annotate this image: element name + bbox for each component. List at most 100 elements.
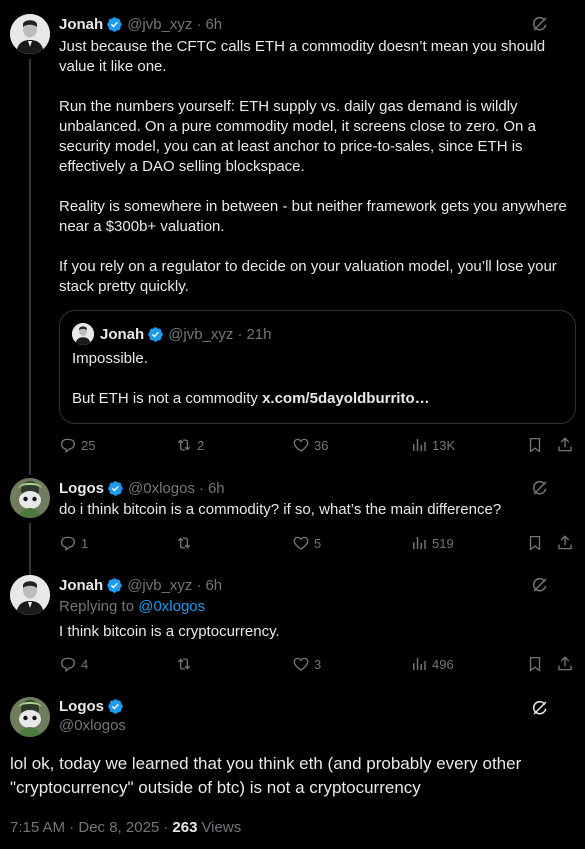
views-icon — [410, 534, 428, 552]
separator-dot: · — [198, 479, 204, 497]
reply-button[interactable]: 25 — [59, 435, 95, 455]
share-button[interactable] — [556, 654, 574, 674]
views-count: 13K — [432, 437, 456, 453]
bookmark-icon — [526, 534, 544, 552]
repost-count: 2 — [197, 437, 205, 453]
like-count: 36 — [314, 437, 329, 453]
repost-icon — [175, 436, 193, 454]
quote-timestamp: 21h — [246, 325, 272, 343]
verified-badge-icon — [107, 698, 124, 715]
main-views-count: 263 — [172, 818, 198, 836]
action-bar: 4 3 496 — [59, 654, 575, 674]
bookmark-icon — [526, 655, 544, 673]
action-bar: 25 2 36 13K — [59, 435, 575, 455]
tweet-3[interactable]: Jonah @jvb_xyz · 6h Replying to @0xlogos… — [0, 574, 585, 684]
grok-icon[interactable] — [531, 479, 549, 497]
repost-button[interactable] — [175, 654, 197, 674]
verified-badge-icon — [107, 480, 124, 497]
avatar[interactable] — [10, 14, 50, 54]
like-count: 5 — [314, 535, 322, 551]
bookmark-button[interactable] — [526, 533, 544, 553]
tweet-text: I think bitcoin is a cryptocurrency. — [59, 623, 280, 640]
timestamp[interactable]: 6h — [208, 480, 225, 497]
tweet-2[interactable]: Logos @0xlogos · 6h do i think bitcoin i… — [0, 474, 585, 575]
share-button[interactable] — [556, 435, 574, 455]
quote-author-name: Jonah — [100, 325, 145, 343]
timestamp[interactable]: 6h — [205, 577, 222, 594]
reply-icon — [59, 655, 77, 673]
repost-button[interactable] — [175, 533, 197, 553]
like-count: 3 — [314, 656, 322, 672]
grok-icon[interactable] — [531, 699, 549, 717]
views-icon — [410, 655, 428, 673]
author-handle[interactable]: @jvb_xyz — [127, 577, 192, 594]
main-timestamp[interactable]: 7:15 AM · Dec 8, 2025 · — [10, 819, 168, 836]
views-icon — [410, 436, 428, 454]
avatar[interactable] — [10, 478, 50, 518]
views-button[interactable]: 519 — [410, 533, 454, 553]
quote-text: Impossible. But ETH is not a commodity x… — [72, 349, 562, 409]
author-handle[interactable]: @jvb_xyz — [127, 16, 192, 33]
grok-icon[interactable] — [531, 576, 549, 594]
main-views-label: Views — [201, 818, 242, 836]
bookmark-button[interactable] — [526, 435, 544, 455]
views-count: 519 — [432, 535, 454, 551]
quote-author-handle: @jvb_xyz — [168, 325, 234, 343]
like-button[interactable]: 36 — [292, 435, 328, 455]
repost-icon — [175, 534, 193, 552]
like-icon — [292, 534, 310, 552]
verified-badge-icon — [106, 16, 123, 33]
share-button[interactable] — [556, 533, 574, 553]
avatar[interactable] — [10, 575, 50, 615]
like-button[interactable]: 3 — [292, 654, 321, 674]
like-icon — [292, 655, 310, 673]
like-icon — [292, 436, 310, 454]
main-author-name-row: Logos — [59, 696, 124, 716]
tweet-meta: 7:15 AM · Dec 8, 2025 · 263 Views — [10, 817, 241, 837]
share-icon — [556, 436, 574, 454]
main-avatar[interactable] — [10, 697, 50, 737]
timestamp[interactable]: 6h — [205, 16, 222, 33]
quote-link[interactable]: x.com/5dayoldburrito… — [262, 390, 430, 407]
reply-count: 4 — [81, 656, 89, 672]
reply-icon — [59, 534, 77, 552]
verified-badge-icon — [147, 326, 164, 343]
main-tweet-text: lol ok, today we learned that you think … — [10, 754, 522, 797]
thread-line — [29, 523, 31, 575]
views-button[interactable]: 496 — [410, 654, 454, 674]
reply-button[interactable]: 1 — [59, 533, 88, 553]
grok-icon[interactable] — [531, 15, 549, 33]
repost-icon — [175, 655, 193, 673]
quote-text-body: Impossible. But ETH is not a commodity — [72, 350, 258, 407]
separator-dot: · — [196, 15, 202, 33]
quote-avatar — [72, 323, 94, 345]
replying-to-handle[interactable]: @0xlogos — [138, 598, 205, 615]
views-count: 496 — [432, 656, 454, 672]
main-author-handle[interactable]: @0xlogos — [59, 717, 126, 734]
views-button[interactable]: 13K — [410, 435, 455, 455]
quote-header: Jonah @jvb_xyz · 21h — [100, 324, 271, 344]
tweet-1[interactable]: Jonah @jvb_xyz · 6h Just because the CFT… — [0, 0, 585, 475]
reply-count: 1 — [81, 535, 89, 551]
tweet-header: Jonah @jvb_xyz · 6h — [59, 575, 222, 595]
author-name[interactable]: Logos — [59, 480, 104, 497]
bookmark-button[interactable] — [526, 654, 544, 674]
separator-dot: · — [196, 576, 202, 594]
like-button[interactable]: 5 — [292, 533, 321, 553]
replying-to-label: Replying to — [59, 598, 139, 615]
verified-badge-icon — [106, 577, 123, 594]
bookmark-icon — [526, 436, 544, 454]
quoted-tweet[interactable]: Jonah @jvb_xyz · 21h Impossible. But ETH… — [59, 310, 576, 424]
tweet-header: Logos @0xlogos · 6h — [59, 478, 225, 498]
author-name[interactable]: Jonah — [59, 16, 103, 33]
author-name[interactable]: Jonah — [59, 577, 103, 594]
author-handle[interactable]: @0xlogos — [128, 480, 195, 497]
reply-count: 25 — [81, 437, 96, 453]
reply-button[interactable]: 4 — [59, 654, 88, 674]
action-bar: 1 5 519 — [59, 533, 575, 553]
share-icon — [556, 534, 574, 552]
tweet-text: do i think bitcoin is a commodity? if so… — [59, 501, 502, 518]
repost-button[interactable]: 2 — [175, 435, 204, 455]
main-author-name[interactable]: Logos — [59, 698, 104, 715]
share-icon — [556, 655, 574, 673]
